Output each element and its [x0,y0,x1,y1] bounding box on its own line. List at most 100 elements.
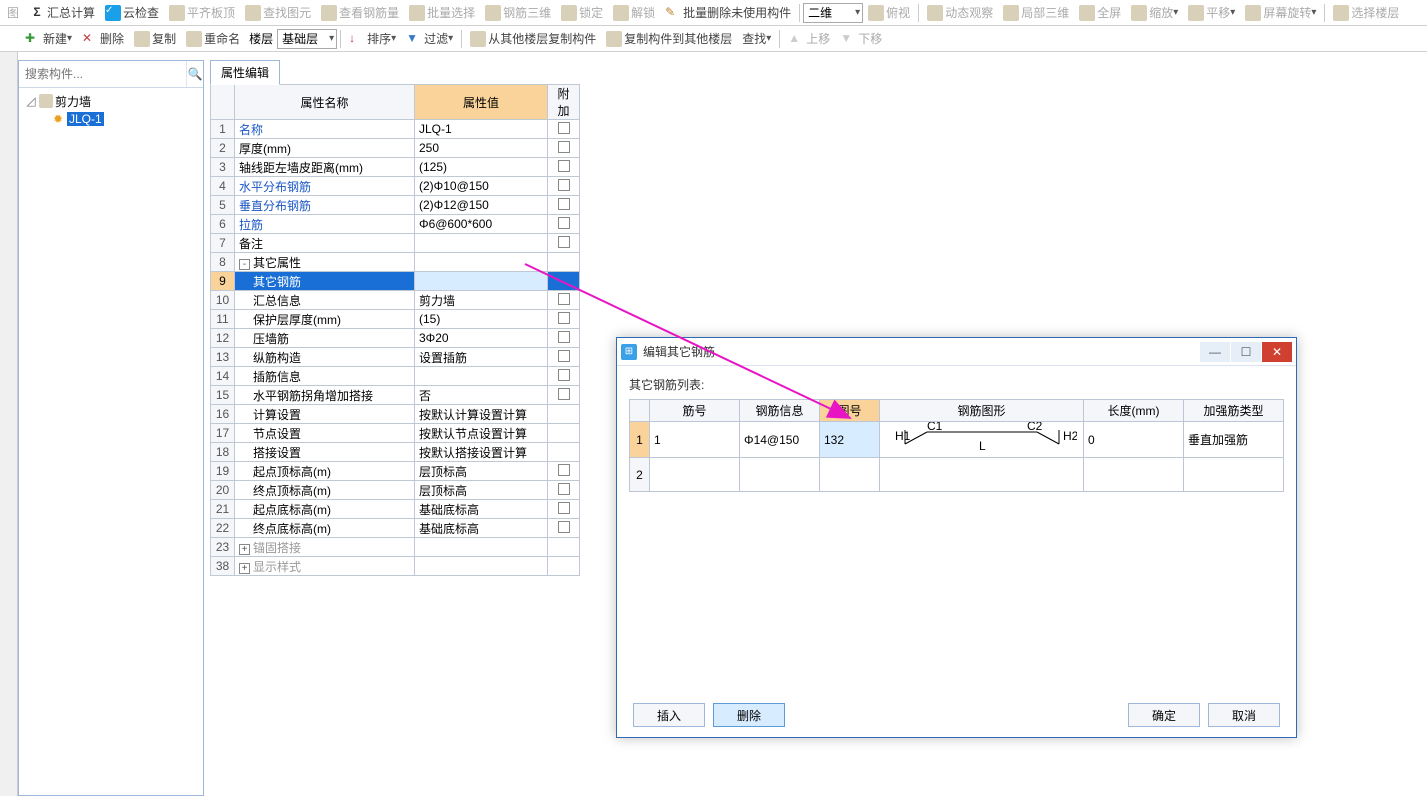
search-button[interactable]: 🔍 [186,61,203,87]
attach-checkbox[interactable] [558,483,570,495]
attach-checkbox[interactable] [558,502,570,514]
ok-button[interactable]: 确定 [1128,703,1200,727]
prop-row[interactable]: 20终点顶标高(m)层顶标高 [211,481,580,500]
prop-row[interactable]: 6拉筋Φ6@600*600 [211,215,580,234]
tb-chazhaotu[interactable]: 查找图元 [241,2,315,24]
tb-piliangshanchu[interactable]: ✎批量删除未使用构件 [661,2,795,24]
tb-chazhao[interactable]: 查找 [738,28,775,50]
tb-chagangjin[interactable]: 查看钢筋量 [317,2,403,24]
tb-shangyi[interactable]: ▲上移 [784,28,834,50]
attach-checkbox[interactable] [558,521,570,533]
tb-guolv[interactable]: ▼过滤 [402,28,457,50]
tb-dongtai[interactable]: 动态观察 [923,2,997,24]
tb-pingqi[interactable]: 平齐板顶 [165,2,239,24]
prop-row[interactable]: 16计算设置按默认计算设置计算 [211,405,580,424]
delete-button[interactable]: 删除 [713,703,785,727]
prop-row[interactable]: 38+显示样式 [211,557,580,576]
tb-yunjiancha[interactable]: ✓云检查 [101,2,163,24]
tb-paixu[interactable]: ↓排序 [345,28,400,50]
search-input[interactable] [19,61,186,87]
tb-jubu3d[interactable]: 局部三维 [999,2,1073,24]
attach-checkbox[interactable] [558,160,570,172]
attach-checkbox[interactable] [558,464,570,476]
local-3d-icon [1003,5,1019,21]
dialog-titlebar[interactable]: ⊞ 编辑其它钢筋 — ☐ ✕ [617,338,1296,366]
prop-row[interactable]: 3轴线距左墙皮距离(mm)(125) [211,158,580,177]
tb-fuzhi[interactable]: 复制 [130,28,180,50]
col-type[interactable]: 加强筋类型 [1184,400,1284,422]
tb-gangjin3d[interactable]: 钢筋三维 [481,2,555,24]
tb-huizong[interactable]: Σ汇总计算 [25,2,99,24]
floor-combo[interactable]: 基础层 [277,29,337,49]
col-tuhao[interactable]: 图号 [820,400,880,422]
col-info[interactable]: 钢筋信息 [740,400,820,422]
attach-checkbox[interactable] [558,236,570,248]
col-length[interactable]: 长度(mm) [1084,400,1184,422]
attach-checkbox[interactable] [558,293,570,305]
prop-row[interactable]: 11保护层厚度(mm)(15) [211,310,580,329]
tb-fushi[interactable]: 俯视 [864,2,914,24]
prop-row[interactable]: 7备注 [211,234,580,253]
prop-row[interactable]: 1名称JLQ-1 [211,120,580,139]
toolbar-edit: ✚新建 ✕删除 复制 重命名 楼层 基础层 ↓排序 ▼过滤 从其他楼层复制构件 … [0,26,1427,52]
attach-checkbox[interactable] [558,122,570,134]
prop-row[interactable]: 13纵筋构造设置插筋 [211,348,580,367]
prop-row[interactable]: 2厚度(mm)250 [211,139,580,158]
attach-checkbox[interactable] [558,217,570,229]
tb-suoding[interactable]: 锁定 [557,2,607,24]
tb-pingyi[interactable]: 平移 [1184,2,1239,24]
tb-copyfrom[interactable]: 从其他楼层复制构件 [466,28,600,50]
attach-checkbox[interactable] [558,369,570,381]
prop-row[interactable]: 17节点设置按默认节点设置计算 [211,424,580,443]
prop-row[interactable]: 19起点顶标高(m)层顶标高 [211,462,580,481]
tb-chongming[interactable]: 重命名 [182,28,244,50]
attach-checkbox[interactable] [558,388,570,400]
attach-checkbox[interactable] [558,198,570,210]
rebar-row[interactable]: 11Φ14@150132H1C1C2H2L0垂直加强筋 [630,422,1284,458]
view-combo[interactable]: 二维 [803,3,863,23]
prop-row[interactable]: 12压墙筋3Φ20 [211,329,580,348]
minimize-button[interactable]: — [1200,342,1230,362]
prop-row[interactable]: 15水平钢筋拐角增加搭接否 [211,386,580,405]
prop-row[interactable]: 21起点底标高(m)基础底标高 [211,500,580,519]
col-graph[interactable]: 钢筋图形 [880,400,1084,422]
tb-xuanzelouceng[interactable]: 选择楼层 [1329,2,1403,24]
prop-row[interactable]: 14插筋信息 [211,367,580,386]
tree-root[interactable]: ◿ 剪力墙 [21,92,201,110]
prop-row[interactable]: 10汇总信息剪力墙 [211,291,580,310]
tb-shanchu[interactable]: ✕删除 [78,28,128,50]
select-floor-icon [1333,5,1349,21]
insert-button[interactable]: 插入 [633,703,705,727]
attach-checkbox[interactable] [558,141,570,153]
attach-checkbox[interactable] [558,312,570,324]
prop-row[interactable]: 22终点底标高(m)基础底标高 [211,519,580,538]
cancel-button[interactable]: 取消 [1208,703,1280,727]
tb-xiayi[interactable]: ▼下移 [836,28,886,50]
rebar-row[interactable]: 2 [630,458,1284,492]
tb-piliangxuan[interactable]: 批量选择 [405,2,479,24]
prop-row[interactable]: 4水平分布钢筋(2)Φ10@150 [211,177,580,196]
tb-copyto[interactable]: 复制构件到其他楼层 [602,28,736,50]
tb-tu[interactable]: 图 [3,2,23,24]
filter-icon: ▼ [406,31,422,47]
prop-row[interactable]: 18搭接设置按默认搭接设置计算 [211,443,580,462]
tb-suofang[interactable]: 缩放 [1127,2,1182,24]
prop-row[interactable]: 5垂直分布钢筋(2)Φ12@150 [211,196,580,215]
attach-checkbox[interactable] [558,350,570,362]
up-icon: ▲ [788,31,804,47]
tb-jiesuo[interactable]: 解锁 [609,2,659,24]
tb-quanping[interactable]: 全屏 [1075,2,1125,24]
prop-row[interactable]: 9其它钢筋 [211,272,580,291]
close-button[interactable]: ✕ [1262,342,1292,362]
property-tab[interactable]: 属性编辑 [210,60,280,85]
prop-row[interactable]: 8-其它属性 [211,253,580,272]
col-jinhao[interactable]: 筋号 [650,400,740,422]
attach-checkbox[interactable] [558,179,570,191]
attach-checkbox[interactable] [558,331,570,343]
delete-icon: ✕ [82,31,98,47]
maximize-button[interactable]: ☐ [1231,342,1261,362]
prop-row[interactable]: 23+锚固搭接 [211,538,580,557]
tb-pingmuxuan[interactable]: 屏幕旋转 [1241,2,1320,24]
tb-xinjian[interactable]: ✚新建 [21,28,76,50]
tree-item-jlq1[interactable]: ✹ JLQ-1 [21,110,201,128]
